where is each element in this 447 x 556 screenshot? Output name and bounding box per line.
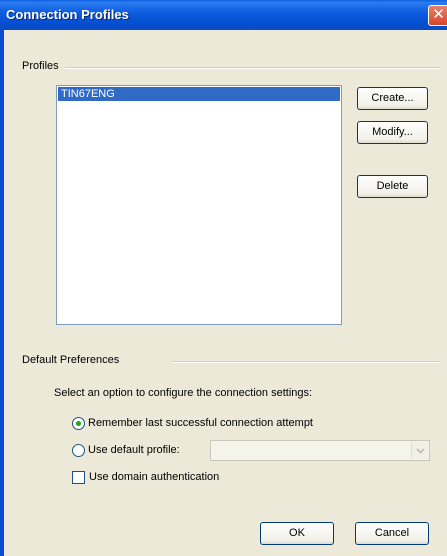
preferences-group-label: Default Preferences bbox=[22, 354, 126, 366]
profiles-list[interactable]: TIN67ENG bbox=[56, 85, 342, 325]
default-profile-select[interactable] bbox=[210, 440, 430, 461]
remember-label[interactable]: Remember last successful connection atte… bbox=[88, 417, 313, 429]
close-icon: ✕ bbox=[432, 6, 445, 23]
profiles-group-divider bbox=[62, 67, 440, 69]
modify-button[interactable]: Modify... bbox=[357, 121, 428, 144]
preferences-instruction: Select an option to configure the connec… bbox=[54, 387, 313, 399]
window-frame bbox=[0, 30, 4, 556]
default-profile-label[interactable]: Use default profile: bbox=[88, 444, 180, 456]
close-button[interactable]: ✕ bbox=[428, 5, 447, 26]
profiles-group-label: Profiles bbox=[22, 60, 65, 72]
list-item[interactable]: TIN67ENG bbox=[58, 87, 340, 101]
radio-selected-dot bbox=[76, 421, 81, 426]
connection-profiles-dialog: Connection Profiles ✕ Profiles TIN67ENG … bbox=[0, 0, 447, 556]
remember-radio[interactable] bbox=[72, 417, 85, 430]
preferences-group-divider bbox=[172, 361, 440, 363]
create-button[interactable]: Create... bbox=[357, 87, 428, 110]
title-bar[interactable]: Connection Profiles bbox=[0, 0, 447, 30]
delete-button[interactable]: Delete bbox=[357, 175, 428, 198]
chevron-down-icon[interactable] bbox=[411, 442, 428, 459]
default-profile-radio[interactable] bbox=[72, 444, 85, 457]
domain-auth-label[interactable]: Use domain authentication bbox=[89, 471, 219, 483]
window-title: Connection Profiles bbox=[6, 7, 129, 22]
ok-button[interactable]: OK bbox=[260, 522, 334, 545]
cancel-button[interactable]: Cancel bbox=[355, 522, 429, 545]
domain-auth-checkbox[interactable] bbox=[72, 471, 85, 484]
